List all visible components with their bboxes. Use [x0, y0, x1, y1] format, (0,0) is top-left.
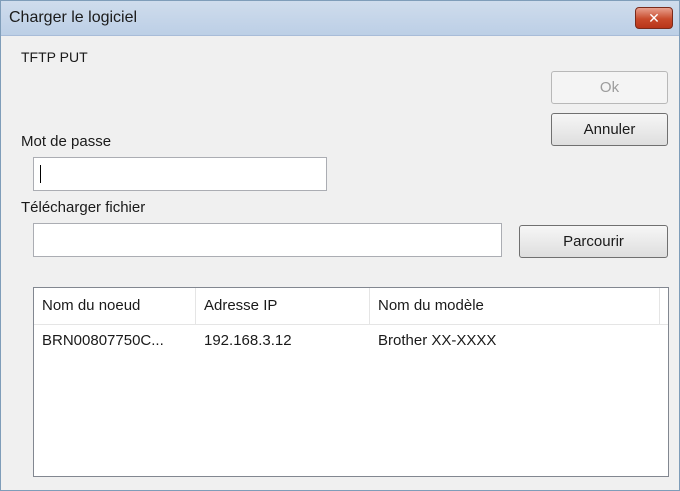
column-header-label: Adresse IP: [204, 297, 278, 314]
window-title: Charger le logiciel: [9, 9, 138, 26]
upload-file-label: Télécharger fichier: [21, 199, 146, 216]
browse-button-label: Parcourir: [563, 233, 624, 250]
dialog-window: Charger le logiciel ✕ TFTP PUT Ok Annule…: [0, 0, 680, 491]
cell-ip-address: 192.168.3.12: [204, 332, 292, 349]
password-field[interactable]: [33, 157, 327, 191]
column-header-ip-address[interactable]: Adresse IP: [196, 288, 370, 324]
password-label: Mot de passe: [21, 133, 112, 150]
column-header-node-name[interactable]: Nom du noeud: [34, 288, 196, 324]
cancel-button-label: Annuler: [583, 121, 636, 138]
upload-file-path-field[interactable]: [33, 223, 502, 257]
protocol-label: TFTP PUT: [21, 49, 88, 65]
cell-node-name: BRN00807750C...: [42, 332, 164, 349]
list-header: Nom du noeud Adresse IP Nom du modèle: [34, 288, 668, 325]
close-button[interactable]: ✕: [635, 7, 673, 29]
cell-model-name: Brother XX-XXXX: [378, 332, 497, 349]
text-caret: [40, 165, 41, 183]
device-list[interactable]: Nom du noeud Adresse IP Nom du modèle BR…: [33, 287, 669, 477]
cancel-button[interactable]: Annuler: [551, 113, 668, 146]
title-bar[interactable]: Charger le logiciel ✕: [1, 1, 679, 36]
ok-button[interactable]: Ok: [551, 71, 668, 104]
table-row[interactable]: BRN00807750C... 192.168.3.12 Brother XX-…: [34, 324, 668, 358]
ok-button-label: Ok: [599, 79, 620, 96]
column-header-model-name[interactable]: Nom du modèle: [370, 288, 660, 324]
column-header-label: Nom du modèle: [378, 297, 484, 314]
close-icon: ✕: [648, 10, 660, 26]
column-header-label: Nom du noeud: [42, 297, 141, 314]
browse-button[interactable]: Parcourir: [519, 225, 668, 258]
